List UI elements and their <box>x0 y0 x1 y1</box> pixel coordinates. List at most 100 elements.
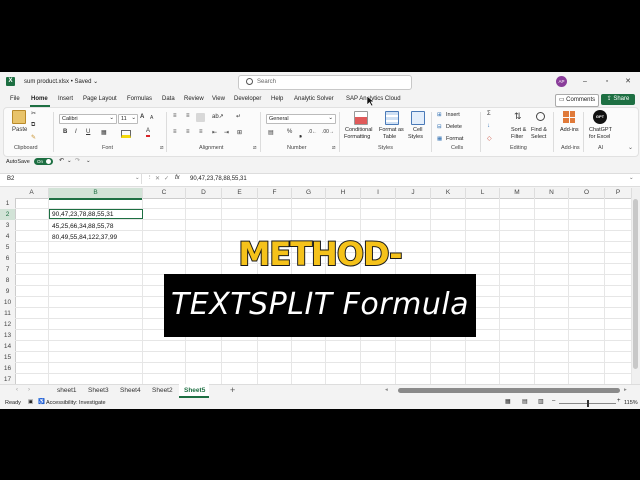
conditional-formatting-label-1[interactable]: Conditional <box>345 127 373 133</box>
accessibility-icon[interactable]: ♿ <box>38 399 45 405</box>
add-ins-button-label[interactable]: Add-ins <box>560 127 579 133</box>
number-format-select[interactable]: General ⌄ <box>266 114 336 124</box>
tab-home[interactable]: Home <box>31 96 48 102</box>
find-select-icon[interactable] <box>536 112 545 121</box>
collapse-ribbon-icon[interactable]: ⌄ <box>628 144 633 151</box>
conditional-formatting-label-2[interactable]: Formatting <box>344 134 370 140</box>
more-options-icon[interactable]: ⋮ <box>147 175 153 181</box>
column-header-i[interactable]: I <box>361 188 396 199</box>
decrease-font-icon[interactable]: A <box>150 115 153 121</box>
chatgpt-label-2[interactable]: for Excel <box>589 134 610 140</box>
scroll-tabs-right-icon[interactable]: › <box>28 387 30 393</box>
chevron-down-icon[interactable]: ⌄ <box>135 175 140 181</box>
bold-icon[interactable]: B <box>63 129 67 135</box>
tab-formulas[interactable]: Formulas <box>127 96 152 102</box>
minimize-icon[interactable]: – <box>579 76 591 87</box>
zoom-slider-handle[interactable] <box>587 400 589 407</box>
copy-icon[interactable]: ⧉ <box>31 122 35 129</box>
tab-page-layout[interactable]: Page Layout <box>83 96 117 102</box>
align-right-icon[interactable]: ≡ <box>199 129 203 135</box>
name-box[interactable] <box>3 174 142 184</box>
comma-style-icon[interactable]: ❟ <box>299 129 302 139</box>
sheet-tab-sheet4[interactable]: Sheet4 <box>120 387 141 394</box>
paste-icon[interactable] <box>12 110 26 124</box>
insert-cells-button[interactable]: Insert <box>446 112 460 118</box>
fill-icon[interactable]: ↓ <box>487 123 490 129</box>
font-name-select[interactable]: Calibri ⌄ <box>59 114 117 124</box>
fill-color-icon[interactable] <box>121 130 131 138</box>
paste-button-label[interactable]: Paste <box>12 127 27 133</box>
zoom-in-icon[interactable]: + <box>617 398 621 404</box>
orientation-icon[interactable]: ab↗ <box>212 113 224 120</box>
italic-icon[interactable]: I <box>75 129 77 135</box>
tab-insert[interactable]: Insert <box>58 96 73 102</box>
tab-view[interactable]: View <box>212 96 225 102</box>
column-header-f[interactable]: F <box>258 188 292 199</box>
add-ins-icon[interactable] <box>563 111 575 123</box>
column-header-g[interactable]: G <box>292 188 326 199</box>
conditional-formatting-icon[interactable] <box>354 111 368 125</box>
align-center-icon[interactable]: ≡ <box>186 129 190 135</box>
cell-b4[interactable]: 80,49,55,84,122,37,99 <box>52 234 117 241</box>
align-top-icon[interactable]: ≡ <box>173 113 177 119</box>
percent-style-icon[interactable]: % <box>287 129 292 135</box>
tab-analytic-solver[interactable]: Analytic Solver <box>294 96 334 102</box>
comments-button[interactable]: ▭ Comments <box>555 94 599 107</box>
format-cells-icon[interactable]: ▦ <box>437 136 442 142</box>
sort-filter-label-1[interactable]: Sort & <box>511 127 526 133</box>
column-header-a[interactable]: A <box>15 188 49 199</box>
autosum-icon[interactable]: Σ <box>487 111 491 117</box>
horizontal-scroll-thumb[interactable] <box>398 388 620 393</box>
increase-indent-icon[interactable]: ⇥ <box>224 129 229 136</box>
zoom-level[interactable]: 115% <box>624 400 638 406</box>
scroll-left-icon[interactable]: ◂ <box>385 387 388 393</box>
undo-icon[interactable]: ↶ <box>59 157 64 164</box>
tab-developer[interactable]: Developer <box>234 96 261 102</box>
macro-record-icon[interactable]: ▣ <box>28 399 33 405</box>
column-header-m[interactable]: M <box>500 188 535 199</box>
merge-center-icon[interactable]: ⊞ <box>237 129 242 136</box>
find-select-label-1[interactable]: Find & <box>531 127 547 133</box>
column-header-c[interactable]: C <box>143 188 186 199</box>
redo-icon[interactable]: ↷ <box>75 157 80 164</box>
file-name[interactable]: sum product.xlsx • Saved ⌄ <box>24 78 98 85</box>
column-header-p[interactable]: P <box>605 188 632 199</box>
close-icon[interactable]: ✕ <box>622 76 634 87</box>
scroll-right-icon[interactable]: ▸ <box>624 387 627 393</box>
cut-icon[interactable]: ✂ <box>31 110 36 117</box>
formula-input[interactable]: 90,47,23,78,88,55,31 <box>190 176 247 182</box>
avatar[interactable]: AP <box>556 76 567 87</box>
chevron-down-icon[interactable]: ⌄ <box>67 158 72 164</box>
font-color-icon[interactable]: A <box>146 128 151 137</box>
cell-b3[interactable]: 45,25,66,34,88,55,78 <box>52 223 113 230</box>
cancel-entry-icon[interactable]: ✕ <box>155 175 160 182</box>
number-dialog-launcher-icon[interactable]: ⧄ <box>332 145 336 152</box>
sheet-tab-sheet1[interactable]: sheet1 <box>57 387 77 394</box>
align-middle-icon[interactable]: ≡ <box>186 113 190 119</box>
sheet-tab-sheet2[interactable]: Sheet2 <box>152 387 173 394</box>
font-dialog-launcher-icon[interactable]: ⧄ <box>160 145 164 152</box>
format-as-table-label-2[interactable]: Table <box>383 134 396 140</box>
alignment-dialog-launcher-icon[interactable]: ⧄ <box>253 145 257 152</box>
sort-filter-icon[interactable]: ⇅ <box>514 111 522 122</box>
sheet-tab-sheet3[interactable]: Sheet3 <box>88 387 109 394</box>
chatgpt-icon[interactable]: GPT <box>593 110 607 124</box>
page-break-view-icon[interactable]: ▥ <box>538 398 544 405</box>
cell-styles-label-2[interactable]: Styles <box>408 134 423 140</box>
column-header-h[interactable]: H <box>326 188 361 199</box>
column-header-b[interactable]: B <box>49 188 143 200</box>
find-select-label-2[interactable]: Select <box>531 134 546 140</box>
cell-styles-icon[interactable] <box>411 111 425 125</box>
column-header-k[interactable]: K <box>431 188 466 199</box>
accessibility-status[interactable]: Accessibility: Investigate <box>46 400 106 406</box>
chatgpt-label-1[interactable]: ChatGPT <box>589 127 612 133</box>
align-left-icon[interactable]: ≡ <box>173 129 177 135</box>
column-header-o[interactable]: O <box>569 188 605 199</box>
tab-file[interactable]: File <box>10 96 20 102</box>
customize-toolbar-icon[interactable]: ⌄ <box>86 158 91 164</box>
increase-font-icon[interactable]: A <box>140 114 144 120</box>
cell-styles-label-1[interactable]: Cell <box>413 127 422 133</box>
decrease-indent-icon[interactable]: ⇤ <box>212 129 217 136</box>
wrap-text-icon[interactable]: ↵ <box>236 113 241 120</box>
increase-decimal-icon[interactable]: .0← <box>308 129 317 135</box>
